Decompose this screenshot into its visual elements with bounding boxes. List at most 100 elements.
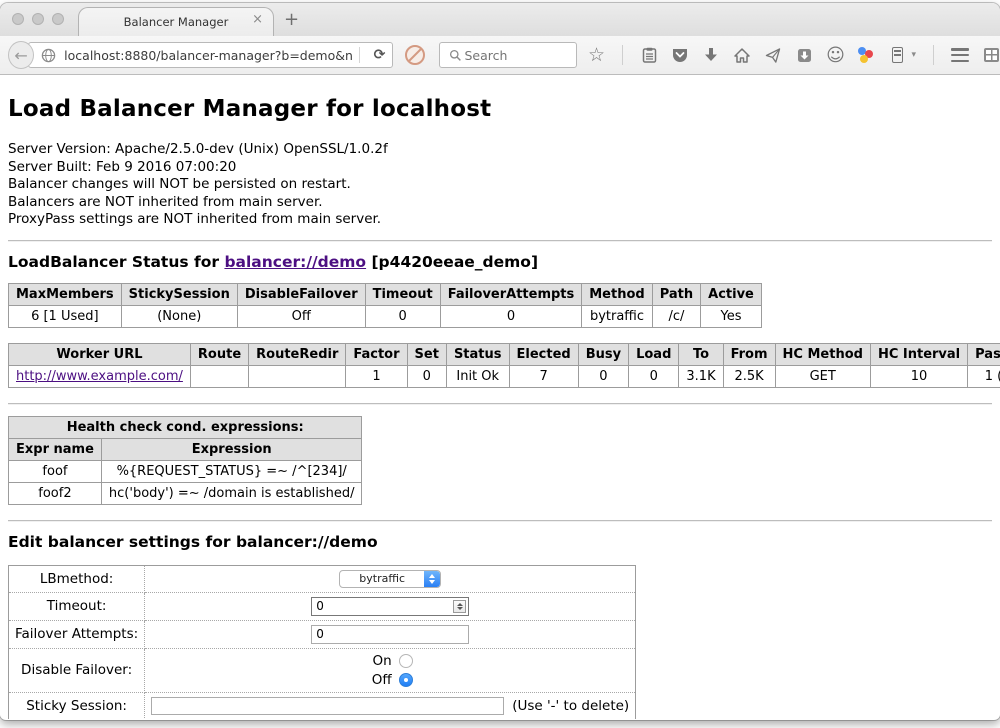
- cell-passes: 1 (0): [968, 365, 1000, 387]
- heading-suffix: [p4420eeae_demo]: [366, 253, 538, 271]
- bookmarks-menu-icon[interactable]: [640, 46, 658, 64]
- col-busy: Busy: [578, 343, 628, 365]
- balancer-demo-link[interactable]: balancer://demo: [224, 253, 366, 271]
- toolbar-overflow-caret-icon[interactable]: ▾: [911, 50, 916, 60]
- health-table-title-row: Health check cond. expressions:: [9, 416, 362, 438]
- timeout-label: Timeout:: [9, 592, 145, 620]
- feedback-smiley-icon[interactable]: ☺: [826, 46, 844, 64]
- col-disablefailover: DisableFailover: [237, 283, 365, 305]
- tab-bar: Balancer Manager × +: [0, 3, 1000, 36]
- blocked-content-icon[interactable]: [405, 45, 425, 65]
- pocket-icon[interactable]: [671, 46, 689, 64]
- server-info: Server Version: Apache/2.5.0-dev (Unix) …: [8, 141, 992, 229]
- toolbar-icons: ☆ ☺ ▾: [587, 45, 1000, 65]
- health-table-row-foof: foof %{REQUEST_STATUS} =~ /^[234]/: [9, 460, 362, 482]
- balancer-table-data-row: 6 [1 Used] (None) Off 0 0 bytraffic /c/ …: [9, 305, 762, 327]
- health-table-row-foof2: foof2 hc('body') =~ /domain is establish…: [9, 482, 362, 504]
- sticky-session-input[interactable]: [151, 697, 504, 715]
- tab-groups-grid-icon[interactable]: [982, 46, 1000, 64]
- menu-hamburger-icon[interactable]: [951, 46, 969, 64]
- site-identity-globe-icon[interactable]: [39, 46, 57, 64]
- hello-colored-dots-icon[interactable]: [857, 46, 875, 64]
- cell-timeout: 0: [365, 305, 440, 327]
- col-path: Path: [652, 283, 700, 305]
- new-tab-button[interactable]: +: [284, 11, 299, 29]
- cell-elected: 7: [509, 365, 578, 387]
- col-elected: Elected: [509, 343, 578, 365]
- balancer-status-table: MaxMembers StickySession DisableFailover…: [8, 283, 762, 328]
- reload-button[interactable]: ⟳: [366, 47, 392, 63]
- close-window-button[interactable]: [12, 13, 24, 25]
- home-icon[interactable]: [733, 46, 751, 64]
- page-title: Load Balancer Manager for localhost: [8, 96, 992, 122]
- divider-2: [8, 403, 992, 405]
- col-method: Method: [582, 283, 652, 305]
- edit-balancer-form: LBmethod: bytraffic Timeout:: [8, 565, 636, 720]
- bookmark-star-icon[interactable]: ☆: [587, 46, 605, 64]
- cell-factor: 1: [346, 365, 407, 387]
- downloads-icon[interactable]: [702, 46, 720, 64]
- divider-3: [8, 520, 992, 522]
- failover-attempts-row: Failover Attempts:: [9, 620, 636, 648]
- cell-from: 2.5K: [723, 365, 775, 387]
- disable-failover-on-radio[interactable]: [399, 654, 413, 668]
- col-routeredir: RouteRedir: [249, 343, 346, 365]
- col-hc-method: HC Method: [775, 343, 870, 365]
- disable-failover-off-radio[interactable]: [399, 673, 413, 687]
- col-from: From: [723, 343, 775, 365]
- cell-load: 0: [629, 365, 679, 387]
- radio-on-label: On: [368, 653, 392, 669]
- share-plane-icon[interactable]: [764, 46, 782, 64]
- navigation-bar: ← localhost:8880/balancer-manager?b=demo…: [0, 36, 1000, 75]
- col-maxmembers: MaxMembers: [9, 283, 122, 305]
- worker-url-link[interactable]: http://www.example.com/: [16, 369, 183, 384]
- minimize-window-button[interactable]: [32, 13, 44, 25]
- select-arrows-icon: [424, 571, 440, 587]
- col-load: Load: [629, 343, 679, 365]
- health-check-table: Health check cond. expressions: Expr nam…: [8, 416, 362, 505]
- container-battery-icon[interactable]: [888, 46, 906, 64]
- worker-table: Worker URL Route RouteRedir Factor Set S…: [8, 343, 1000, 388]
- cell-expression-foof: %{REQUEST_STATUS} =~ /^[234]/: [101, 460, 362, 482]
- page-content: Load Balancer Manager for localhost Serv…: [0, 75, 1000, 719]
- health-table-title: Health check cond. expressions:: [9, 416, 362, 438]
- url-text[interactable]: localhost:8880/balancer-manager?b=demo&n…: [64, 48, 353, 63]
- search-input[interactable]: [464, 48, 564, 63]
- extension-download-icon[interactable]: [795, 46, 813, 64]
- window-controls: [12, 13, 64, 25]
- url-bar[interactable]: localhost:8880/balancer-manager?b=demo&n…: [28, 42, 393, 68]
- col-active: Active: [701, 283, 762, 305]
- failover-attempts-label: Failover Attempts:: [9, 620, 145, 648]
- search-bar[interactable]: [439, 42, 577, 68]
- browser-tab[interactable]: Balancer Manager ×: [78, 7, 274, 36]
- zoom-window-button[interactable]: [52, 13, 64, 25]
- sticky-session-row: Sticky Session: (Use '-' to delete): [9, 692, 636, 719]
- cell-method: bytraffic: [582, 305, 652, 327]
- worker-table-data-row: http://www.example.com/ 1 0 Init Ok 7 0 …: [9, 365, 1000, 387]
- col-expr-name: Expr name: [9, 438, 102, 460]
- timeout-field-wrap: [311, 597, 469, 616]
- lbmethod-select[interactable]: bytraffic: [339, 570, 441, 588]
- failover-attempts-input[interactable]: [311, 625, 469, 644]
- col-to: To: [679, 343, 723, 365]
- toolbar-separator: [622, 45, 623, 65]
- edit-balancer-heading: Edit balancer settings for balancer://de…: [8, 533, 992, 551]
- cell-expr-name-foof: foof: [9, 460, 102, 482]
- cell-routeredir: [249, 365, 346, 387]
- close-tab-icon[interactable]: ×: [252, 13, 263, 26]
- timeout-row: Timeout:: [9, 592, 636, 620]
- tab-title: Balancer Manager: [124, 15, 229, 29]
- number-stepper-icon[interactable]: [453, 600, 466, 613]
- server-version-line: Server Version: Apache/2.5.0-dev (Unix) …: [8, 141, 992, 159]
- server-built-line: Server Built: Feb 9 2016 07:00:20: [8, 159, 992, 177]
- cell-expression-foof2: hc('body') =~ /domain is established/: [101, 482, 362, 504]
- cell-to: 3.1K: [679, 365, 723, 387]
- col-expression: Expression: [101, 438, 362, 460]
- sticky-session-hint: (Use '-' to delete): [512, 698, 629, 714]
- back-button[interactable]: ←: [8, 41, 34, 69]
- divider: [8, 240, 992, 242]
- cell-expr-name-foof2: foof2: [9, 482, 102, 504]
- col-timeout: Timeout: [365, 283, 440, 305]
- timeout-input[interactable]: [312, 598, 468, 615]
- cell-stickysession: (None): [121, 305, 237, 327]
